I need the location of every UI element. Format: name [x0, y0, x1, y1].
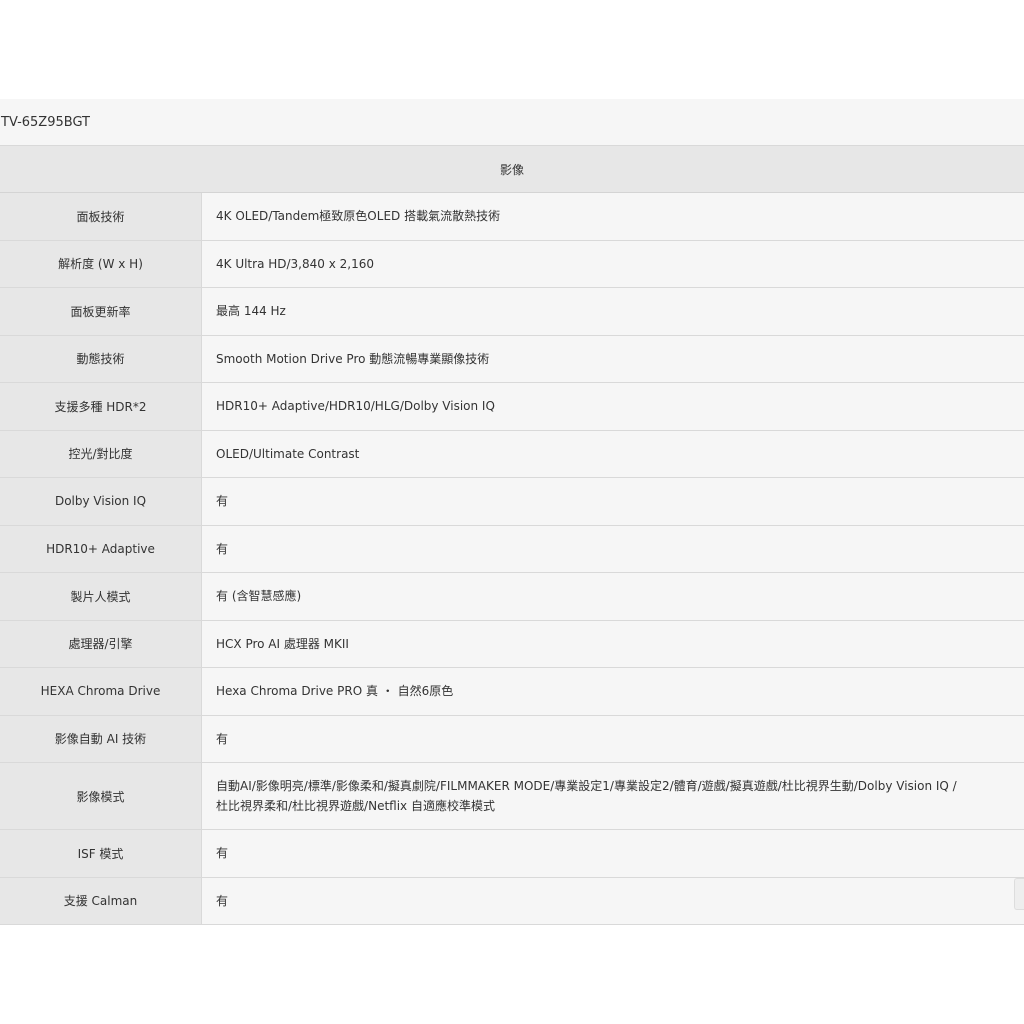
spec-row-ai-picture: 影像自動 AI 技術 有 [0, 715, 1024, 763]
spec-value: HCX Pro AI 處理器 MKII [202, 620, 1024, 667]
spec-value: 4K Ultra HD/3,840 x 2,160 [202, 240, 1024, 287]
spec-value: 有 [202, 830, 1024, 877]
spec-label: 處理器/引擎 [0, 620, 202, 667]
spec-label: 動態技術 [0, 335, 202, 382]
spec-label: Dolby Vision IQ [0, 478, 202, 525]
spec-value: 有 [202, 525, 1024, 572]
spec-sheet: TV-65Z95BGT 影像 面板技術 4K OLED/Tandem極致原色OL… [0, 99, 1024, 925]
spec-label: HDR10+ Adaptive [0, 525, 202, 572]
spec-row-hdr: 支援多種 HDR*2 HDR10+ Adaptive/HDR10/HLG/Dol… [0, 383, 1024, 431]
spec-value: 最高 144 Hz [202, 288, 1024, 335]
spec-row-isf: ISF 模式 有 [0, 830, 1024, 878]
model-name-row: TV-65Z95BGT [0, 99, 1024, 146]
spec-label: 製片人模式 [0, 573, 202, 620]
spec-row-calman: 支援 Calman 有 [0, 877, 1024, 925]
spec-label: 解析度 (W x H) [0, 240, 202, 287]
spec-value: 自動AI/影像明亮/標準/影像柔和/擬真劇院/FILMMAKER MODE/專業… [202, 763, 1024, 829]
spec-label: ISF 模式 [0, 830, 202, 877]
spec-value: 有 [202, 715, 1024, 762]
spec-value: Smooth Motion Drive Pro 動態流暢專業顯像技術 [202, 335, 1024, 382]
spec-value: 4K OLED/Tandem極致原色OLED 搭載氣流散熱技術 [202, 193, 1024, 240]
spec-label: 影像模式 [0, 763, 202, 829]
spec-value: HDR10+ Adaptive/HDR10/HLG/Dolby Vision I… [202, 383, 1024, 430]
spec-row-resolution: 解析度 (W x H) 4K Ultra HD/3,840 x 2,160 [0, 240, 1024, 288]
spec-row-refresh-rate: 面板更新率 最高 144 Hz [0, 288, 1024, 336]
spec-value: 有 [202, 877, 1024, 924]
spec-row-hdr10-adaptive: HDR10+ Adaptive 有 [0, 525, 1024, 573]
spec-label: 支援多種 HDR*2 [0, 383, 202, 430]
spec-label: 支援 Calman [0, 877, 202, 924]
spec-row-processor: 處理器/引擎 HCX Pro AI 處理器 MKII [0, 620, 1024, 668]
spec-value: OLED/Ultimate Contrast [202, 430, 1024, 477]
spec-value: 有 (含智慧感應) [202, 573, 1024, 620]
spec-row-hexa-chroma: HEXA Chroma Drive Hexa Chroma Drive PRO … [0, 668, 1024, 716]
spec-row-panel-tech: 面板技術 4K OLED/Tandem極致原色OLED 搭載氣流散熱技術 [0, 193, 1024, 241]
spec-value: 有 [202, 478, 1024, 525]
spec-row-contrast: 控光/對比度 OLED/Ultimate Contrast [0, 430, 1024, 478]
spec-label: 影像自動 AI 技術 [0, 715, 202, 762]
spec-row-picture-modes: 影像模式 自動AI/影像明亮/標準/影像柔和/擬真劇院/FILMMAKER MO… [0, 763, 1024, 830]
spec-row-filmmaker: 製片人模式 有 (含智慧感應) [0, 573, 1024, 621]
spec-label: 控光/對比度 [0, 430, 202, 477]
spec-row-dolby-vision: Dolby Vision IQ 有 [0, 478, 1024, 526]
spec-label: 面板更新率 [0, 288, 202, 335]
spec-row-motion-tech: 動態技術 Smooth Motion Drive Pro 動態流暢專業顯像技術 [0, 335, 1024, 383]
model-name: TV-65Z95BGT [1, 114, 90, 130]
scroll-to-top-tab[interactable] [1014, 878, 1024, 910]
spec-label: 面板技術 [0, 193, 202, 240]
section-title: 影像 [499, 162, 524, 177]
spec-label: HEXA Chroma Drive [0, 668, 202, 715]
spec-value: Hexa Chroma Drive PRO 真 ・ 自然6原色 [202, 668, 1024, 715]
section-header: 影像 [0, 146, 1024, 193]
